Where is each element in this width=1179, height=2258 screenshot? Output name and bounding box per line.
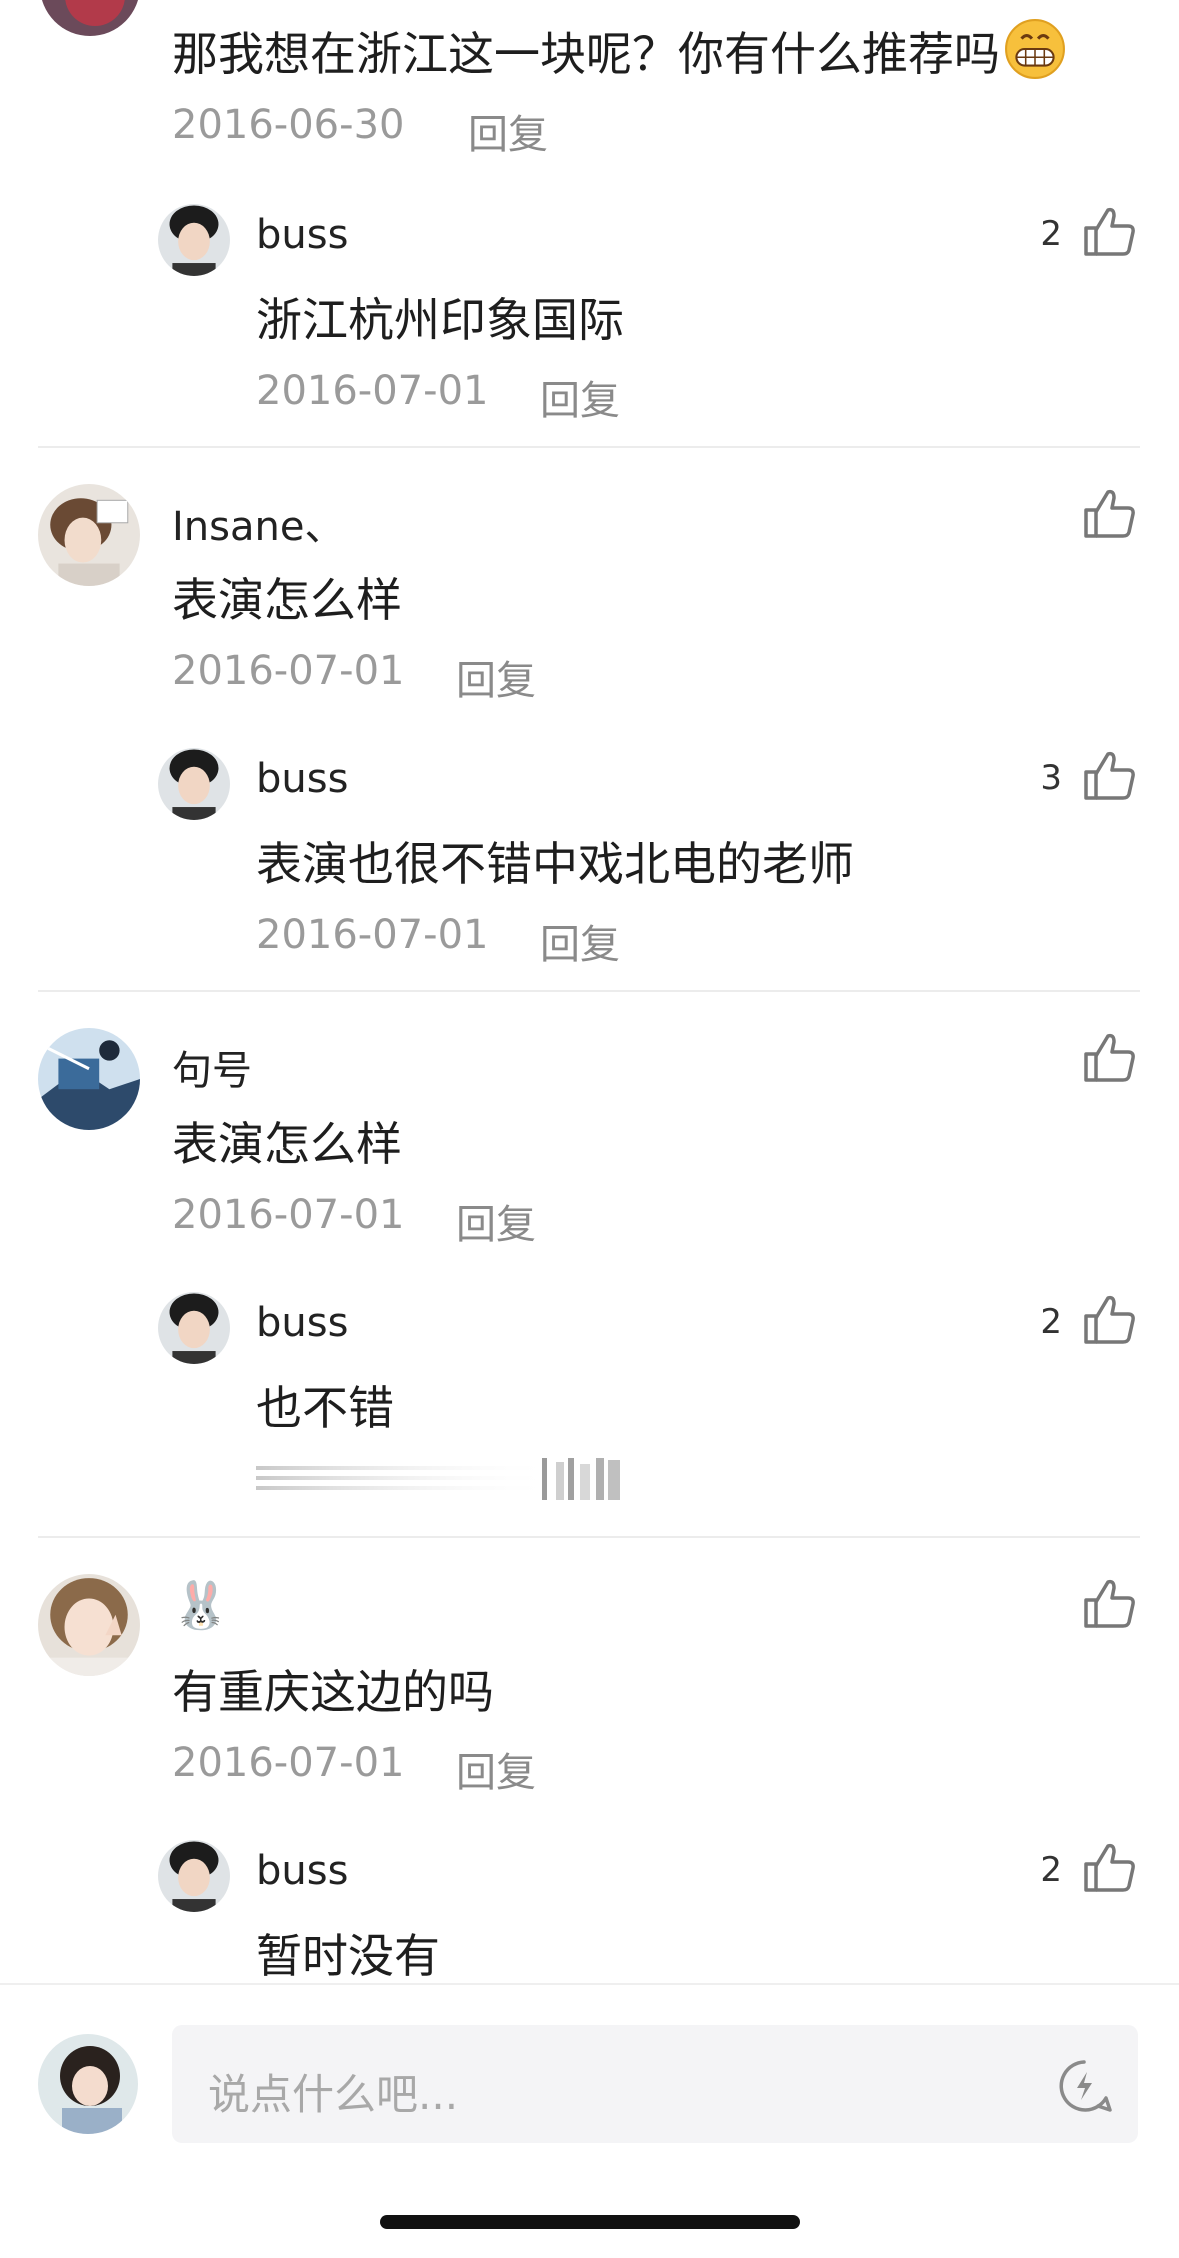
thumbs-up-icon[interactable] [1082, 486, 1138, 542]
reply-avatar[interactable] [158, 1840, 230, 1912]
commenter-avatar[interactable] [40, 0, 140, 36]
home-indicator[interactable] [380, 2215, 800, 2229]
rabbit-face-icon: 🐰 [172, 1578, 230, 1632]
comment-date: 2016-06-30 [172, 102, 405, 148]
thumbs-up-icon[interactable] [1082, 1030, 1138, 1086]
thumbs-up-icon[interactable] [1082, 1840, 1138, 1896]
reply-avatar[interactable] [158, 748, 230, 820]
reply-username[interactable]: buss [256, 756, 348, 802]
reply-button[interactable]: 回复 [468, 102, 548, 160]
comment-input-placeholder: 说点什么吧... [208, 2070, 459, 2119]
comment-text: 有重庆这边的吗 [172, 1665, 494, 1719]
comment-text: 表演怎么样 [172, 573, 402, 627]
reply-text: 也不错 [256, 1381, 394, 1435]
reply-username[interactable]: buss [256, 212, 348, 258]
reply-text: 浙江杭州印象国际 [256, 293, 624, 347]
comment-text: 表演怎么样 [172, 1117, 402, 1171]
rendering-artifact [256, 1458, 624, 1500]
grin-emoji-icon [1004, 18, 1066, 80]
commenter-avatar[interactable] [38, 1028, 140, 1130]
thumbs-up-icon[interactable] [1082, 1292, 1138, 1348]
reply-text: 暂时没有 [256, 1929, 440, 1983]
reply-date: 2016-07-01 [256, 368, 489, 414]
reply-date: 2016-07-01 [256, 912, 489, 958]
commenter-username[interactable]: Insane、 [172, 494, 344, 552]
thumbs-up-icon[interactable] [1082, 1576, 1138, 1632]
comment-date: 2016-07-01 [172, 1192, 405, 1238]
like-count: 2 [1040, 214, 1062, 254]
commenter-username[interactable]: 🐰 [172, 1578, 229, 1633]
reply-button[interactable]: 回复 [456, 1192, 536, 1250]
like-count: 2 [1040, 1850, 1062, 1890]
reply-button[interactable]: 回复 [540, 912, 620, 970]
reply-button[interactable]: 回复 [456, 1740, 536, 1798]
reply-text: 表演也很不错中戏北电的老师 [256, 837, 854, 891]
comment-date: 2016-07-01 [172, 1740, 405, 1786]
comment-date: 2016-07-01 [172, 648, 405, 694]
like-count: 2 [1040, 1302, 1062, 1342]
like-count: 3 [1040, 758, 1062, 798]
commenter-username[interactable]: 句号 [172, 1038, 252, 1096]
my-avatar[interactable] [38, 2034, 138, 2134]
comment-text: 那我想在浙江这一块呢？你有什么推荐吗 [172, 18, 1066, 84]
emoji-lightning-icon[interactable] [1056, 2058, 1112, 2114]
divider [38, 990, 1140, 992]
thumbs-up-icon[interactable] [1082, 748, 1138, 804]
reply-button[interactable]: 回复 [540, 368, 620, 426]
comment-input[interactable]: 说点什么吧... [172, 2025, 1138, 2143]
divider [38, 1536, 1140, 1538]
thumbs-up-icon[interactable] [1082, 204, 1138, 260]
commenter-avatar[interactable] [38, 1574, 140, 1676]
reply-username[interactable]: buss [256, 1300, 348, 1346]
reply-button[interactable]: 回复 [456, 648, 536, 706]
reply-avatar[interactable] [158, 204, 230, 276]
reply-avatar[interactable] [158, 1292, 230, 1364]
divider [38, 446, 1140, 448]
reply-username[interactable]: buss [256, 1848, 348, 1894]
commenter-avatar[interactable] [38, 484, 140, 586]
